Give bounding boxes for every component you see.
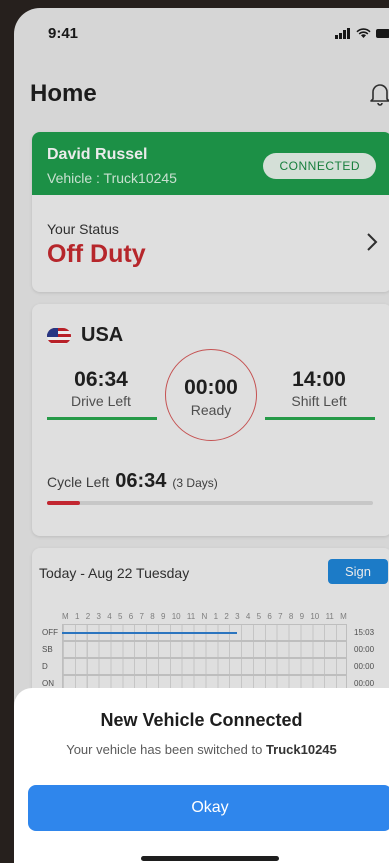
modal-message-text: Your vehicle has been switched to	[66, 742, 263, 757]
modal-title: New Vehicle Connected	[100, 710, 303, 730]
home-indicator	[141, 856, 279, 861]
modal-message: Your vehicle has been switched to Truck1…	[14, 742, 389, 757]
vehicle-connected-sheet: New Vehicle Connected Your vehicle has b…	[14, 688, 389, 863]
okay-button[interactable]: Okay	[28, 785, 389, 831]
modal-vehicle: Truck10245	[265, 742, 337, 757]
